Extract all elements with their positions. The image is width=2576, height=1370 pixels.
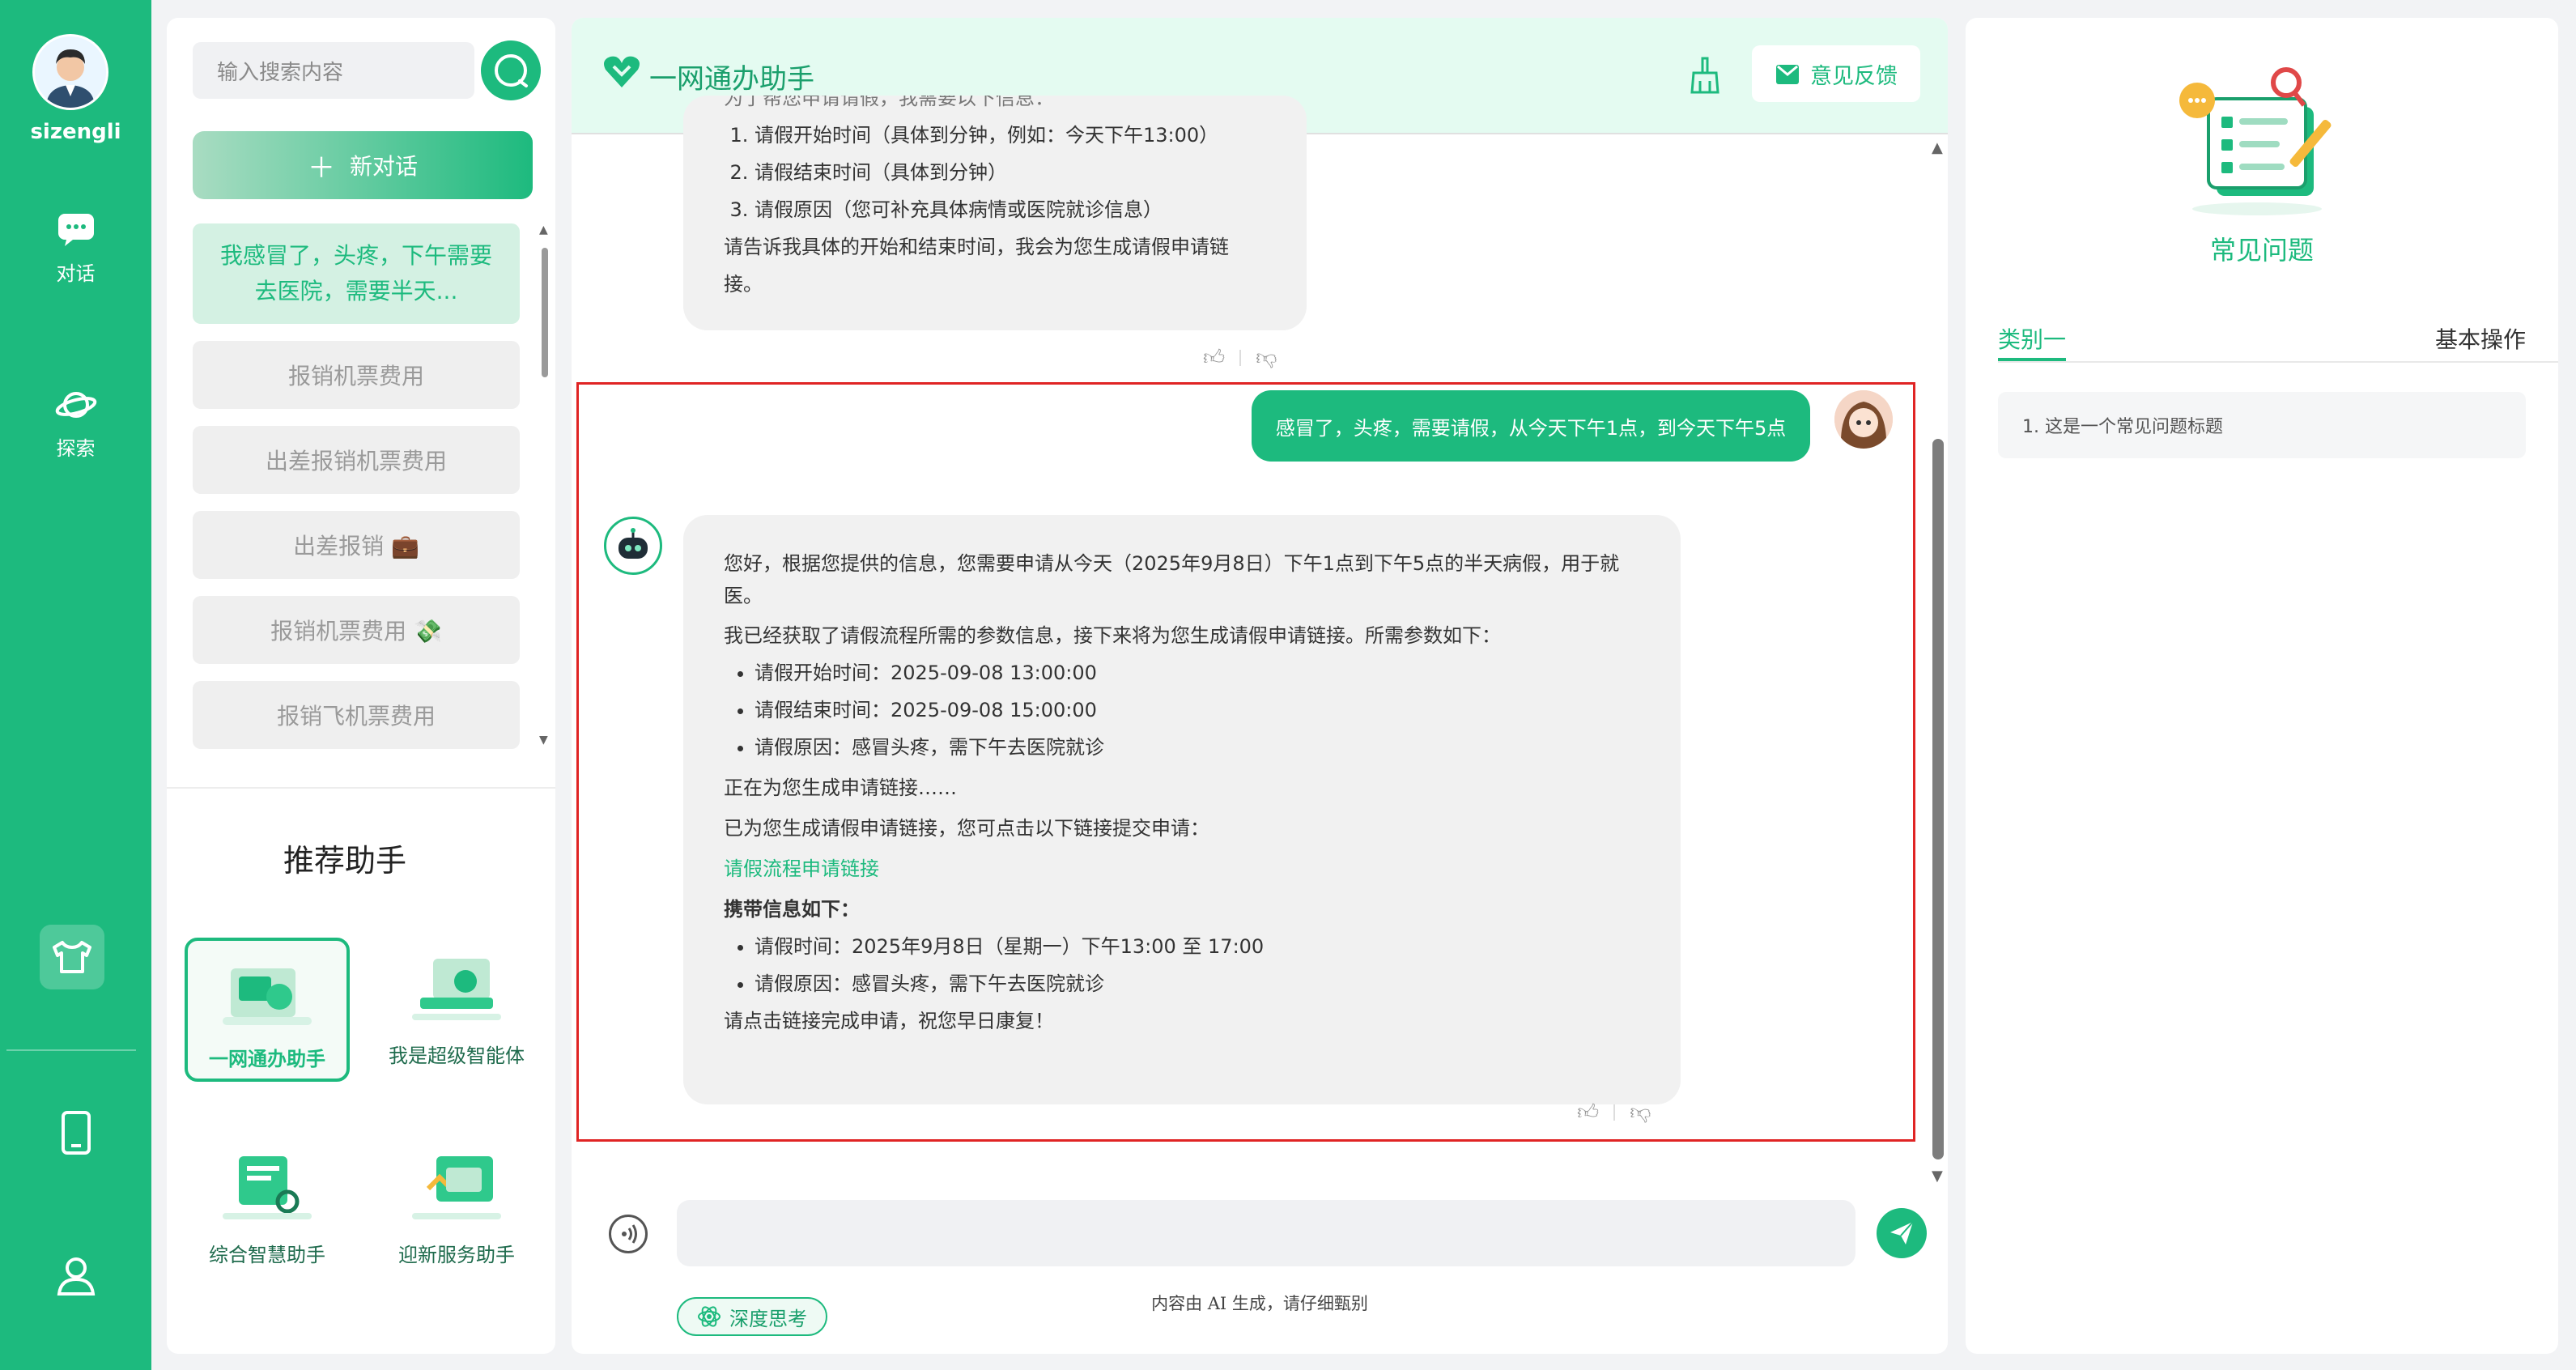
scroll-down-icon[interactable]: ▼ (1932, 1168, 1943, 1185)
thumbs-up-icon[interactable]: 👍︎ (1203, 345, 1225, 370)
user-avatar[interactable] (32, 34, 108, 110)
faq-item-title: 1. 这是一个常见问题标题 (2022, 417, 2223, 437)
feedback-button[interactable]: 意见反馈 (1752, 45, 1920, 102)
chat-panel: 一网通办助手 意见反馈 为了帮您申请请假，我需要以下信息： 请假开始时间（具体到… (572, 18, 1948, 1354)
clear-chat-button[interactable] (1689, 57, 1721, 97)
message-input[interactable] (677, 1200, 1855, 1266)
avatar-illustration (35, 36, 106, 108)
search-placeholder: 输入搜索内容 (217, 60, 344, 85)
thumbs-down-icon[interactable]: 👎︎ (1256, 345, 1277, 370)
faq-heading: 常见问题 (2209, 235, 2314, 266)
bot-message: 为了帮您申请请假，我需要以下信息： 请假开始时间（具体到分钟，例如：今天下午13… (683, 96, 1307, 330)
voice-input-button[interactable] (609, 1215, 648, 1253)
assistant-name: 综合智慧助手 (209, 1244, 325, 1266)
feedback-label: 意见反馈 (1810, 63, 1898, 89)
conversation-title: 报销机票费用 (287, 363, 424, 389)
scroll-up-icon[interactable]: ▲ (1932, 139, 1943, 156)
ai-disclaimer: 内容由 AI 生成，请仔细甄别 (1151, 1294, 1368, 1313)
tab-category-one[interactable]: 类别一 (1998, 322, 2066, 355)
sidebar-scrollbar[interactable]: ▲ ▼ (539, 223, 548, 750)
assistant-illustration (412, 1156, 501, 1219)
assistant-illustration (412, 959, 501, 1020)
assistant-card[interactable]: 一网通办助手 (185, 938, 350, 1082)
nav-chat-label: 对话 (56, 262, 96, 285)
chat-icon (57, 214, 94, 246)
broom-icon (1690, 57, 1719, 94)
list-item: 请假开始时间（具体到分钟，例如：今天下午13:00） (755, 117, 1266, 154)
conversation-title: 出差报销 💼 (293, 533, 419, 559)
planet-icon (55, 392, 96, 418)
list-item: 请假结束时间（具体到分钟） (755, 154, 1266, 191)
tshirt-icon (53, 941, 91, 973)
conversation-item[interactable]: 出差报销 💼 (193, 511, 520, 579)
nav-skin[interactable] (40, 925, 104, 989)
conversation-title: 我感冒了，头疼，下午需要去医院，需要半天... (219, 242, 492, 304)
scroll-thumb[interactable] (542, 248, 548, 377)
assistant-card[interactable]: 我是超级智能体 (374, 938, 539, 1082)
tab-active-indicator (1998, 358, 2066, 361)
message-feedback: 👍︎ 👎︎ (1203, 345, 1277, 370)
conversation-item[interactable]: 报销飞机票费用 (193, 681, 520, 749)
faq-illustration (2179, 67, 2332, 215)
assistant-card[interactable]: 迎新服务助手 (374, 1137, 539, 1281)
person-icon (57, 1257, 95, 1296)
chat-title: 一网通办助手 (649, 63, 814, 96)
conversation-title: 报销机票费用 💸 (270, 618, 442, 645)
search-button[interactable] (481, 40, 541, 100)
highlight-frame (576, 382, 1915, 1142)
search-icon (495, 54, 528, 87)
nav-mobile[interactable] (0, 1111, 151, 1158)
sidebar-divider (167, 787, 555, 789)
list-item: 请假原因（您可补充具体病情或医院就诊信息） (755, 191, 1266, 228)
assistant-name: 我是超级智能体 (389, 1045, 525, 1067)
assistant-name: 一网通办助手 (209, 1048, 325, 1070)
conversation-item[interactable]: 出差报销机票费用 (193, 426, 520, 494)
conversation-title: 出差报销机票费用 (265, 448, 447, 474)
send-icon (1890, 1221, 1914, 1244)
heart-logo-icon (604, 56, 640, 87)
assistant-name: 迎新服务助手 (398, 1244, 515, 1266)
send-button[interactable] (1877, 1208, 1927, 1258)
conversation-sidebar: 输入搜索内容 ＋ 新对话 我感冒了，头疼，下午需要去医院，需要半天... 报销机… (167, 18, 555, 1354)
message-list: 请假开始时间（具体到分钟，例如：今天下午13:00） 请假结束时间（具体到分钟）… (724, 117, 1266, 228)
left-nav-rail: sizengli 对话 探索 (0, 0, 151, 1370)
message-text: 请告诉我具体的开始和结束时间，我会为您生成请假申请链接。 (724, 236, 1229, 296)
message-text: 为了帮您申请请假，我需要以下信息： (724, 96, 1054, 109)
conversation-item[interactable]: 报销机票费用 (193, 341, 520, 409)
new-chat-button[interactable]: ＋ 新对话 (193, 131, 533, 199)
conversation-item[interactable]: 我感冒了，头疼，下午需要去医院，需要半天... (193, 223, 520, 324)
new-chat-label: 新对话 (349, 153, 418, 180)
search-input[interactable]: 输入搜索内容 (193, 42, 474, 99)
username: sizengli (30, 120, 121, 144)
voice-wave-icon (622, 1224, 637, 1244)
tab-basic-operations[interactable]: 基本操作 (2435, 322, 2526, 355)
assistant-illustration (223, 1156, 312, 1219)
faq-panel: 常见问题 类别一 基本操作 1. 这是一个常见问题标题 (1966, 18, 2558, 1354)
nav-profile[interactable] (0, 1255, 151, 1299)
tab-divider (1998, 361, 2558, 363)
feedback-icon (1776, 65, 1799, 84)
recommend-title: 推荐助手 (283, 843, 406, 879)
mobile-icon (61, 1111, 91, 1155)
conversation-title: 报销飞机票费用 (276, 703, 436, 730)
nav-explore[interactable]: 探索 (0, 387, 151, 461)
chat-scrollbar[interactable]: ▲ ▼ (1928, 139, 1946, 1192)
scroll-up-icon[interactable]: ▲ (539, 223, 548, 236)
nav-explore-label: 探索 (56, 437, 96, 460)
nav-chat[interactable]: 对话 (0, 212, 151, 286)
plus-icon: ＋ (307, 151, 335, 185)
faq-item[interactable]: 1. 这是一个常见问题标题 (1998, 392, 2526, 458)
assistant-illustration (223, 968, 312, 1025)
assistant-card[interactable]: 综合智慧助手 (185, 1137, 350, 1281)
separator (1239, 349, 1242, 366)
conversation-item[interactable]: 报销机票费用 💸 (193, 596, 520, 664)
conversation-list: 我感冒了，头疼，下午需要去医院，需要半天... 报销机票费用 出差报销机票费用 … (193, 223, 520, 766)
scroll-down-icon[interactable]: ▼ (539, 734, 548, 747)
scroll-thumb[interactable] (1932, 439, 1944, 1159)
rail-divider (6, 1049, 136, 1051)
